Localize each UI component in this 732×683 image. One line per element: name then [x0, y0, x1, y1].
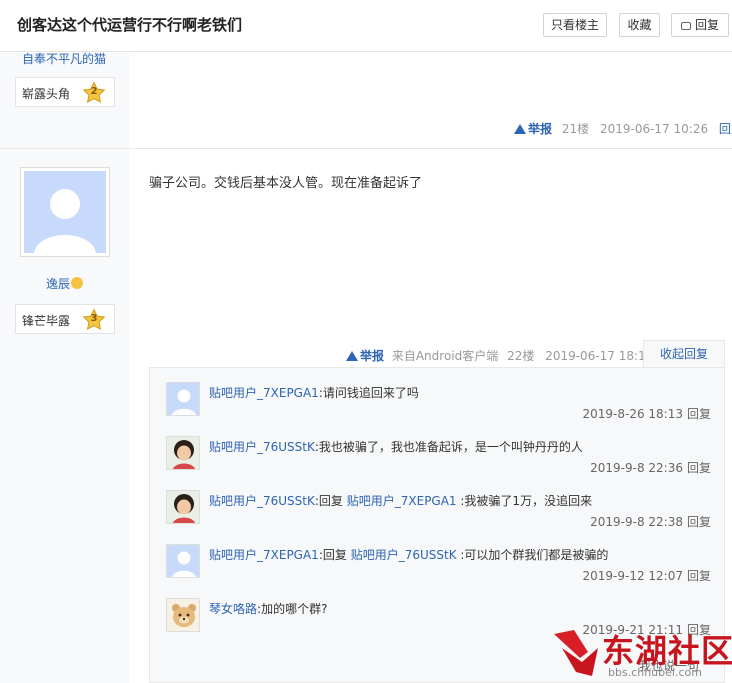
- reply-meta: 2019-9-8 22:38 回复: [590, 513, 711, 530]
- reply-username[interactable]: 贴吧用户_76USStK: [209, 494, 315, 508]
- emoji-icon: [71, 277, 83, 289]
- reply-username[interactable]: 贴吧用户_7XEPGA1: [209, 386, 319, 400]
- warning-icon: [514, 124, 526, 134]
- watermark-url: bbs.chhubei.com: [608, 666, 702, 679]
- reply-text: 贴吧用户_7XEPGA1:请问钱追回来了吗: [209, 384, 419, 401]
- level-star-icon: 2: [82, 81, 106, 105]
- collapse-replies-button[interactable]: 收起回复: [643, 340, 725, 368]
- thread-title: 创客达这个代运营行不行啊老铁们: [17, 16, 243, 34]
- post-time: 2019-06-17 10:26: [599, 122, 709, 136]
- only-op-button[interactable]: 只看楼主: [543, 13, 607, 37]
- child-avatar-icon[interactable]: [166, 490, 200, 524]
- report-link[interactable]: 举报: [514, 122, 552, 136]
- reply-text: 贴吧用户_76USStK:我也被骗了，我也准备起诉，是一个叫钟丹丹的人: [209, 438, 583, 455]
- post22-content: 骗子公司。交钱后基本没人管。现在准备起诉了: [149, 176, 423, 191]
- post22-username-wrap[interactable]: 逸辰: [0, 275, 129, 292]
- level-star-icon: 3: [82, 308, 106, 332]
- thread-header: 创客达这个代运营行不行啊老铁们 只看楼主 收藏 回复: [0, 0, 732, 52]
- bear-avatar-icon[interactable]: [166, 598, 200, 632]
- reply-text: 贴吧用户_76USStK:回复 贴吧用户_7XEPGA1 :我被骗了1万，没追回…: [209, 492, 592, 509]
- watermark-logo: 东湖社区 bbs.chhubei.com: [552, 626, 732, 683]
- reply-time: 2019-9-8 22:38: [590, 515, 683, 529]
- badge-level: 3: [90, 313, 98, 324]
- reply-to-username[interactable]: 贴吧用户_76USStK: [351, 548, 457, 562]
- post-divider: [0, 148, 732, 149]
- list-item: 贴吧用户_7XEPGA1:请问钱追回来了吗 2019-8-26 18:13 回复: [166, 382, 711, 430]
- report-label: 举报: [360, 349, 385, 363]
- list-item: 贴吧用户_76USStK:回复 贴吧用户_7XEPGA1 :我被骗了1万，没追回…: [166, 490, 711, 538]
- collect-button[interactable]: 收藏: [619, 13, 660, 37]
- client-source: 来自Android客户端: [392, 349, 498, 363]
- post22-tail: 举报 来自Android客户端 22楼 2019-06-17 18:12: [346, 347, 653, 364]
- post21-username[interactable]: 自奉不平凡的猫: [22, 50, 106, 67]
- reply-text: 琴女咯路:加的哪个群?: [209, 600, 327, 617]
- list-item: 贴吧用户_76USStK:我也被骗了，我也准备起诉，是一个叫钟丹丹的人 2019…: [166, 436, 711, 484]
- post21-level-badge[interactable]: 崭露头角 2: [15, 77, 115, 107]
- reply-meta: 2019-8-26 18:13 回复: [582, 405, 711, 422]
- reply-content: :可以加个群我们都是被骗的: [456, 548, 609, 562]
- reply-link[interactable]: 回复: [687, 569, 711, 583]
- reply-content: 加的哪个群?: [261, 602, 328, 616]
- reply-link[interactable]: 回复: [687, 515, 711, 529]
- default-avatar-icon[interactable]: [166, 544, 200, 578]
- reply-meta: 2019-9-8 22:36 回复: [590, 459, 711, 476]
- list-item: 贴吧用户_7XEPGA1:回复 贴吧用户_76USStK :可以加个群我们都是被…: [166, 544, 711, 592]
- reply-time: 2019-9-12 12:07: [582, 569, 683, 583]
- post22-username[interactable]: 逸辰: [46, 277, 70, 291]
- floor-number: 21楼: [561, 122, 590, 136]
- comment-icon: [680, 22, 691, 30]
- post-time: 2019-06-17 18:12: [545, 349, 654, 363]
- reply-link[interactable]: 回复: [687, 461, 711, 475]
- post22-avatar[interactable]: [20, 167, 110, 257]
- reply-to-prefix: 回复: [322, 548, 351, 562]
- reply-link[interactable]: 回复: [687, 407, 711, 421]
- badge-title: 崭露头角: [22, 87, 71, 101]
- default-avatar-icon: [24, 171, 106, 253]
- post21-tail: 举报 21楼 2019-06-17 10:26 回复: [514, 120, 732, 137]
- report-link[interactable]: 举报: [346, 349, 384, 363]
- report-label: 举报: [528, 122, 553, 136]
- reply-to-username[interactable]: 贴吧用户_7XEPGA1: [347, 494, 457, 508]
- floor-number: 22楼: [507, 349, 535, 363]
- warning-icon: [346, 351, 358, 361]
- reply-time: 2019-9-8 22:36: [590, 461, 683, 475]
- post22-level-badge[interactable]: 锋芒毕露 3: [15, 304, 115, 334]
- reply-username[interactable]: 琴女咯路: [209, 602, 257, 616]
- reply-content: 我也被骗了，我也准备起诉，是一个叫钟丹丹的人: [318, 440, 583, 454]
- reply-meta: 2019-9-12 12:07 回复: [582, 567, 711, 584]
- reply-text: 贴吧用户_7XEPGA1:回复 贴吧用户_76USStK :可以加个群我们都是被…: [209, 546, 608, 563]
- reply-to-prefix: 回复: [318, 494, 347, 508]
- reply-button-label: 回复: [694, 18, 719, 32]
- child-avatar-icon[interactable]: [166, 436, 200, 470]
- reply-link[interactable]: 回复: [719, 122, 732, 136]
- reply-time: 2019-8-26 18:13: [582, 407, 683, 421]
- client-source-text: 来自Android客户端: [391, 349, 499, 363]
- watermark-mark-icon: [554, 630, 598, 676]
- reply-username[interactable]: 贴吧用户_76USStK: [209, 440, 315, 454]
- reply-button[interactable]: 回复: [671, 13, 729, 37]
- badge-title: 锋芒毕露: [22, 314, 71, 328]
- badge-level: 2: [90, 86, 98, 97]
- default-avatar-icon[interactable]: [166, 382, 200, 416]
- reply-content: :我被骗了1万，没追回来: [456, 494, 593, 508]
- reply-username[interactable]: 贴吧用户_7XEPGA1: [209, 548, 319, 562]
- reply-content: 请问钱追回来了吗: [322, 386, 419, 400]
